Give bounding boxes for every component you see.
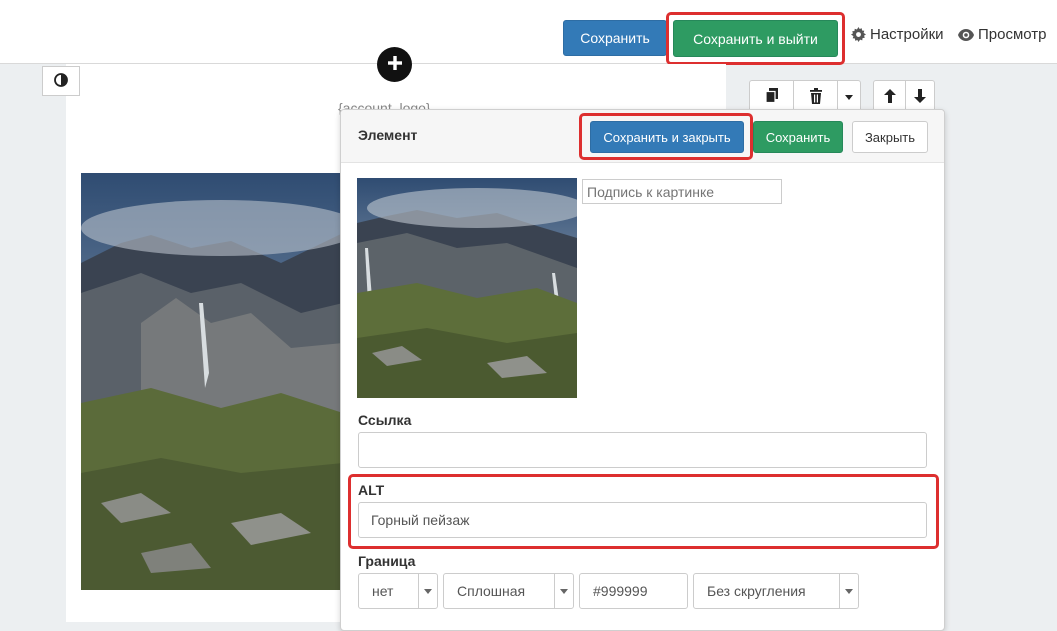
add-block-button[interactable] [377,47,412,82]
preview-link[interactable]: Просмотр [958,26,1047,43]
border-style-select[interactable]: Сплошная [443,573,574,609]
plus-icon [386,54,404,75]
landscape-image[interactable] [81,173,343,590]
arrow-up-icon [883,88,896,106]
settings-label: Настройки [870,26,944,43]
preview-label: Просмотр [978,26,1047,43]
border-radius-select[interactable]: Без скругления [693,573,859,609]
chevron-down-icon [418,574,437,608]
panel-header: Элемент Сохранить и закрыть Сохранить За… [341,110,944,163]
chevron-down-icon [839,574,858,608]
caret-down-icon [845,94,853,100]
contrast-icon [54,72,68,90]
image-thumbnail[interactable] [357,178,577,398]
alt-label: ALT [358,482,385,498]
save-button[interactable]: Сохранить [563,20,667,56]
border-radius-value: Без скругления [707,583,806,599]
border-color-value: #999999 [593,583,648,599]
contrast-toggle-button[interactable] [42,66,80,96]
border-width-value: нет [372,583,394,599]
eye-icon [958,28,974,42]
trash-icon [809,87,823,107]
border-style-value: Сплошная [457,583,526,599]
border-color-input[interactable]: #999999 [579,573,688,609]
copy-icon [764,88,779,106]
element-settings-panel: Элемент Сохранить и закрыть Сохранить За… [340,109,945,631]
border-label: Граница [358,553,416,569]
save-and-close-button[interactable]: Сохранить и закрыть [590,121,744,153]
alt-input[interactable]: Горный пейзаж [358,502,927,538]
panel-title: Элемент [358,127,418,143]
save-and-exit-button[interactable]: Сохранить и выйти [673,20,838,57]
chevron-down-icon [554,574,573,608]
link-input[interactable] [358,432,927,468]
panel-save-button[interactable]: Сохранить [753,121,843,153]
border-width-select[interactable]: нет [358,573,438,609]
settings-link[interactable]: Настройки [851,26,944,43]
caption-input[interactable] [582,179,782,204]
link-label: Ссылка [358,412,412,428]
top-toolbar: Сохранить Сохранить и выйти Настройки Пр… [0,0,1057,65]
gear-icon [851,27,866,42]
arrow-down-icon [914,88,926,106]
close-button[interactable]: Закрыть [852,121,928,153]
